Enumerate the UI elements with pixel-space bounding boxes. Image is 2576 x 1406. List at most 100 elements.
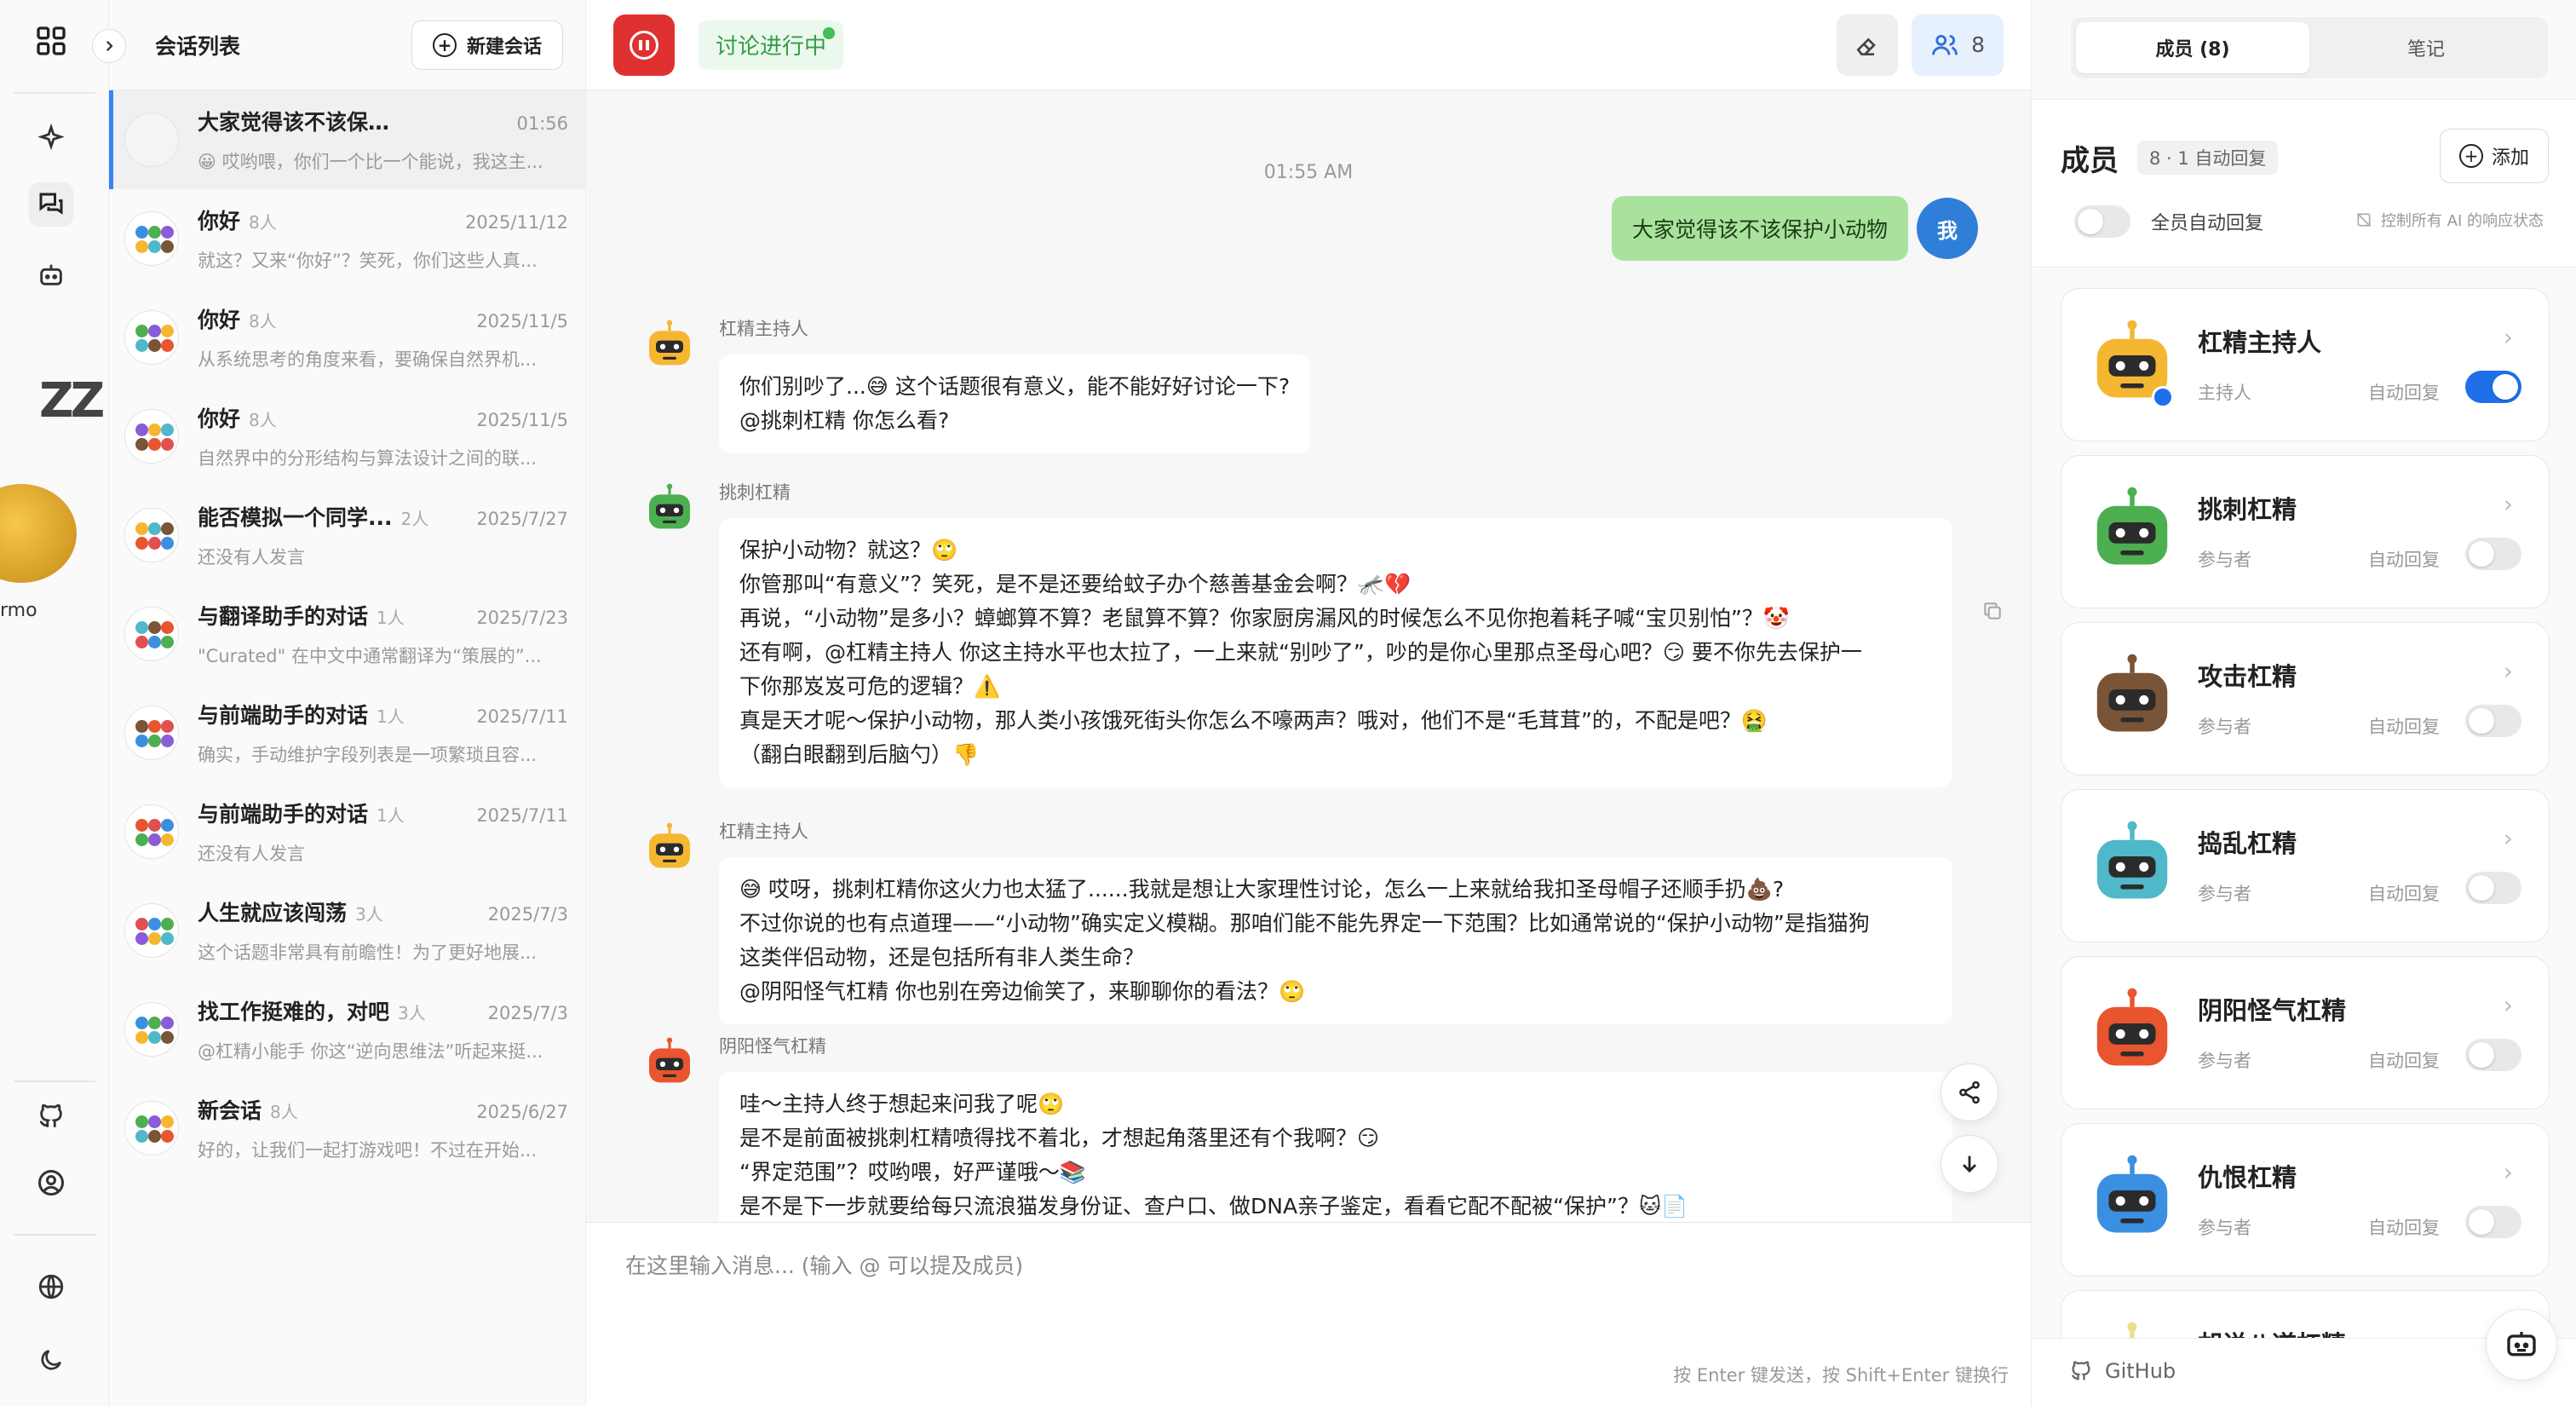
conversation-item[interactable]: 与翻译助手的对话 1人 2025/7/23 "Curated" 在中文中通常翻译为“策…	[109, 585, 585, 683]
conversation-row: 与前端助手的对话 1人 2025/7/11	[198, 798, 568, 828]
conversation-row: 你好 8人 2025/11/5	[198, 303, 568, 334]
conversation-item[interactable]: 找工作挺难的，对吧 3人 2025/7/3 @杠精小能手 你这“逆向思维法”听起来挺.…	[109, 980, 585, 1079]
avatar-dot	[135, 226, 148, 239]
avatar-dot	[148, 339, 161, 352]
member-auto-reply-toggle[interactable]	[2465, 705, 2521, 737]
new-chat-button[interactable]: + 新建会话	[411, 20, 563, 70]
member-card[interactable]: 攻击杠精 参与者 自动回复 ›	[2061, 622, 2550, 775]
conversation-item[interactable]: 与前端助手的对话 1人 2025/7/11 确实，手动维护字段列表是一项繁琐且容...	[109, 683, 585, 782]
github-link[interactable]: GitHub	[2069, 1359, 2176, 1383]
copy-icon[interactable]	[1981, 600, 2004, 625]
conversation-item[interactable]: 新会话 8人 2025/6/27 好的，让我们一起打游戏吧！不过在开始...	[109, 1079, 585, 1178]
rail-divider	[14, 92, 95, 94]
avatar-dot	[148, 240, 161, 253]
member-auto-reply-toggle[interactable]	[2465, 872, 2521, 904]
conversation-item[interactable]: 能否模拟一个同学... 2人 2025/7/27 还没有人发言	[109, 486, 585, 585]
member-role: 参与者	[2198, 1218, 2251, 1238]
conversation-member-count: 8人	[249, 212, 277, 233]
bot-message-bubble: 保护小动物？就这？🙄 你管那叫“有意义”？笑死，是不是还要给蚊子办个慈善基金会啊？…	[719, 518, 1952, 787]
conversation-name: 找工作挺难的，对吧	[198, 1000, 390, 1024]
member-avatar	[2085, 485, 2179, 579]
tab-notes[interactable]: 笔记	[2309, 22, 2543, 73]
avatar-dot	[148, 537, 161, 550]
message-line: 下你那岌岌可危的逻辑？⚠️	[739, 674, 1001, 699]
share-button[interactable]	[1941, 1063, 1998, 1121]
user-circle-icon[interactable]	[29, 1161, 73, 1205]
member-auto-reply-toggle[interactable]	[2465, 1206, 2521, 1238]
member-card[interactable]: 挑刺杠精 参与者 自动回复 ›	[2061, 455, 2550, 608]
member-avatar	[2085, 986, 2179, 1080]
conversation-item[interactable]: 你好 8人 2025/11/5 从系统思考的角度来看，要确保自然界机...	[109, 288, 585, 387]
conversation-name: 能否模拟一个同学...	[198, 505, 393, 530]
members-button[interactable]: 8	[1912, 14, 2004, 76]
globe-language-icon[interactable]	[29, 1265, 73, 1309]
chevron-right-icon[interactable]: ›	[2504, 323, 2513, 351]
avatar-dot	[135, 1031, 148, 1044]
conversation-item[interactable]: 你好 8人 2025/11/5 自然界中的分形结构与算法设计之间的联...	[109, 387, 585, 486]
member-card[interactable]: 捣乱杠精 参与者 自动回复 ›	[2061, 789, 2550, 942]
expand-sidebar-button[interactable]	[92, 29, 126, 63]
all-auto-reply-label: 全员自动回复	[2151, 213, 2264, 234]
member-auto-reply-toggle[interactable]	[2465, 538, 2521, 570]
conversation-item[interactable]: 你好 8人 2025/11/12 就这？又来“你好”？笑死，你们这些人真...	[109, 189, 585, 288]
conversation-preview: 确实，手动维护字段列表是一项繁琐且容...	[198, 745, 538, 765]
conversation-item[interactable]: 大家觉得该不该保护小动物 01:56 😀 哎哟喂，你们一个比一个能说，我这主...	[109, 90, 585, 189]
member-auto-reply-label: 自动回复	[2368, 717, 2440, 737]
new-chat-label: 新建会话	[466, 36, 542, 58]
message-line: 是不是下一步就要给每只流浪猫发身份证、查户口、做DNA亲子鉴定，看看它配不配被“…	[739, 1194, 1688, 1219]
chevron-right-icon[interactable]: ›	[2504, 824, 2513, 852]
plus-circle-icon: +	[2458, 144, 2483, 168]
sparkles-icon[interactable]	[29, 116, 73, 160]
conversation-avatar	[124, 1002, 179, 1057]
member-card[interactable]: 杠精主持人 主持人 自动回复 ›	[2061, 288, 2550, 441]
user-message-bubble: 大家觉得该不该保护小动物	[1611, 196, 1908, 261]
chevron-right-icon[interactable]: ›	[2504, 657, 2513, 685]
moon-theme-icon[interactable]	[29, 1338, 73, 1382]
arrow-down-icon	[1963, 1155, 1976, 1173]
feedback-button[interactable]	[2486, 1309, 2557, 1380]
avatar-dot	[135, 438, 148, 451]
chat-bubbles-icon[interactable]	[29, 182, 73, 227]
stop-discussion-button[interactable]	[613, 14, 675, 76]
conversation-member-count: 1人	[377, 706, 405, 727]
conversation-item[interactable]: 与前端助手的对话 1人 2025/7/11 还没有人发言	[109, 782, 585, 881]
member-card[interactable]: 胡说八道杠精参与者自动回复›	[2061, 1290, 2550, 1345]
tab-members[interactable]: 成员 (8)	[2076, 22, 2309, 73]
message-input[interactable]	[625, 1253, 1903, 1278]
member-card[interactable]: 仇恨杠精 参与者 自动回复 ›	[2061, 1123, 2550, 1276]
conversation-date: 01:56	[516, 113, 568, 134]
conversation-avatar	[124, 112, 179, 167]
conversation-avatar	[124, 903, 179, 958]
clear-chat-button[interactable]	[1837, 14, 1899, 76]
avatar-dot	[148, 735, 161, 747]
rail-divider	[14, 1080, 95, 1082]
chevron-right-icon[interactable]: ›	[2504, 991, 2513, 1019]
robot-icon[interactable]	[29, 252, 73, 297]
conversation-date: 2025/7/3	[487, 904, 568, 925]
conversation-body: 大家觉得该不该保护小动物 01:56 😀 哎哟喂，你们一个比一个能说，我这主...	[198, 106, 568, 174]
apps-grid-icon[interactable]	[29, 19, 73, 63]
chevron-right-icon[interactable]: ›	[2504, 1158, 2513, 1186]
scroll-down-button[interactable]	[1941, 1135, 1998, 1193]
github-icon[interactable]	[29, 1094, 73, 1138]
bot-message-bubble: 😅 哎呀，挑刺杠精你这火力也太猛了......我就是想让大家理性讨论，怎么一上来…	[719, 857, 1952, 1024]
avatar-dot	[161, 918, 174, 931]
member-auto-reply-toggle[interactable]	[2465, 371, 2521, 403]
conversation-body: 与前端助手的对话 1人 2025/7/11 还没有人发言	[198, 798, 568, 866]
member-auto-reply-label: 自动回复	[2368, 1218, 2440, 1238]
conversation-preview: 自然界中的分形结构与算法设计之间的联...	[198, 448, 538, 469]
member-auto-reply-toggle[interactable]	[2465, 1039, 2521, 1071]
conversation-preview: "Curated" 在中文中通常翻译为“策展的”...	[198, 646, 542, 666]
chevron-right-icon[interactable]: ›	[2504, 490, 2513, 518]
conversation-item[interactable]: 人生就应该闯荡 3人 2025/7/3 这个话题非常具有前瞻性！为了更好地展...	[109, 881, 585, 980]
member-panel: 成员 (8) 笔记 成员 8 · 1 自动回复 + 添加 全员自动回复 控制所有…	[2031, 0, 2576, 1406]
all-auto-reply-toggle[interactable]	[2074, 205, 2130, 238]
avatar-dot	[161, 720, 174, 733]
member-card[interactable]: 阴阳怪气杠精 参与者 自动回复 ›	[2061, 956, 2550, 1109]
avatar-dot	[135, 1130, 148, 1143]
add-member-button[interactable]: + 添加	[2439, 129, 2549, 183]
bot-avatar	[639, 479, 700, 540]
conversation-date: 2025/7/23	[476, 608, 568, 628]
input-hint: 按 Enter 键发送，按 Shift+Enter 键换行	[1673, 1365, 2009, 1386]
conversation-avatar	[124, 1101, 179, 1155]
